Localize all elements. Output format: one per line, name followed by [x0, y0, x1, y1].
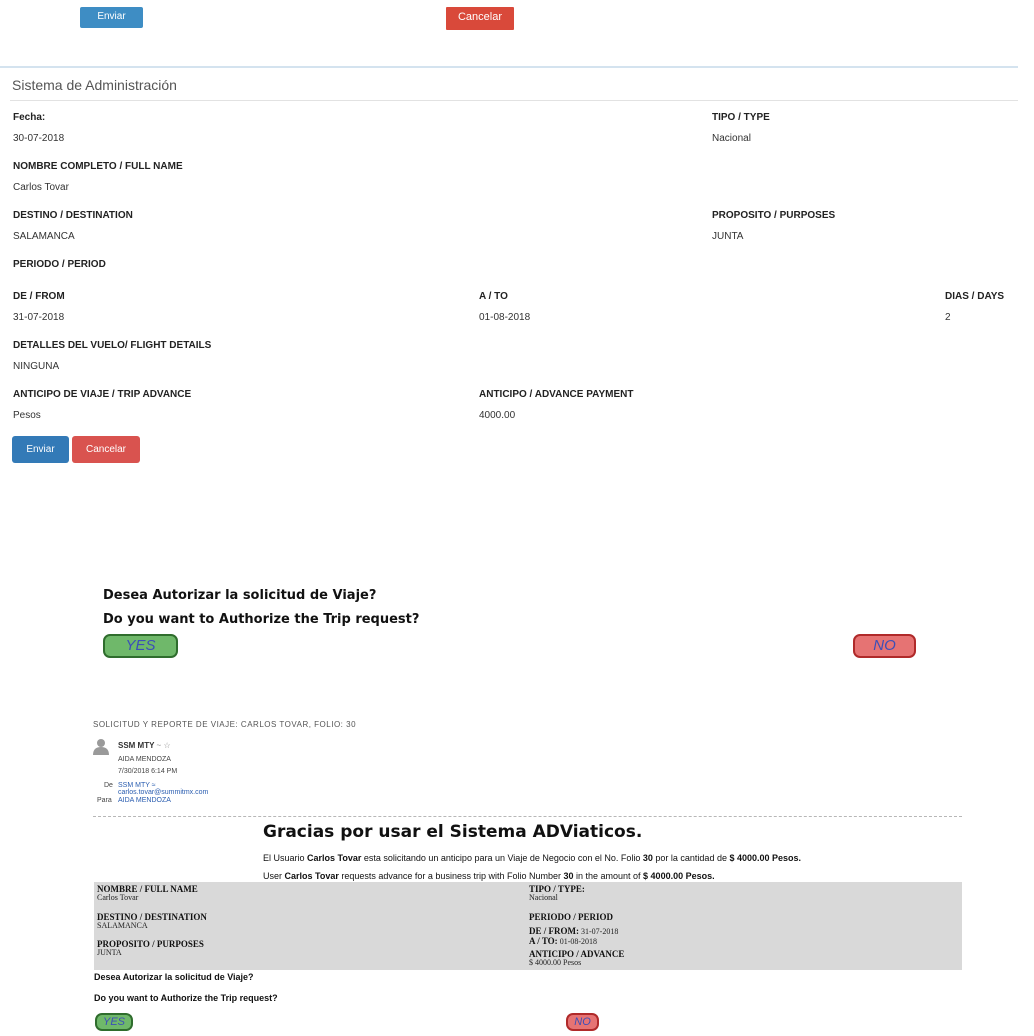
- top-cancel-button[interactable]: Cancelar: [446, 7, 514, 30]
- dias-label: DIAS / DAYS: [945, 291, 1005, 302]
- email-recipient-name: AIDA MENDOZA: [118, 756, 171, 763]
- tipo-label: TIPO / TYPE: [712, 112, 770, 123]
- no-button[interactable]: NO: [853, 634, 916, 658]
- send-button[interactable]: Enviar: [12, 436, 69, 463]
- de-value: 31-07-2018: [13, 312, 65, 323]
- de-label: DE / FROM: [13, 291, 65, 302]
- proposito-value: JUNTA: [712, 231, 744, 242]
- email-from-address[interactable]: carlos.tovar@summitmx.com: [118, 789, 208, 796]
- anticipo-value: 4000.00: [479, 410, 516, 421]
- email-heading: Gracias por usar el Sistema ADViaticos.: [263, 822, 643, 842]
- a-label: A / TO: [479, 291, 508, 302]
- email-to-name[interactable]: AIDA MENDOZA: [118, 797, 171, 804]
- fecha-label: Fecha:: [13, 112, 46, 123]
- yes-button[interactable]: YES: [103, 634, 178, 658]
- table-anticipo-value: $ 4000.00 Pesos: [529, 958, 582, 967]
- table-a: A / TO: 01-08-2018: [529, 936, 598, 946]
- email-yes-button[interactable]: YES: [95, 1013, 133, 1031]
- email-question-es: Desea Autorizar la solicitud de Viaje?: [94, 972, 254, 982]
- email-line-es: El Usuario Carlos Tovar esta solicitando…: [263, 853, 802, 863]
- table-proposito-value: JUNTA: [97, 948, 122, 957]
- email-from-name[interactable]: SSM MTY ≈: [118, 782, 156, 789]
- email-question-en: Do you want to Authorize the Trip reques…: [94, 993, 278, 1003]
- vuelo-value: NINGUNA: [13, 361, 60, 372]
- star-icon[interactable]: ~ ☆: [157, 741, 171, 750]
- email-divider: [93, 816, 962, 817]
- email-subject: SOLICITUD Y REPORTE DE VIAJE: CARLOS TOV…: [93, 720, 357, 729]
- email-sender[interactable]: SSM MTY ~ ☆: [118, 741, 171, 750]
- proposito-label: PROPOSITO / PURPOSES: [712, 210, 836, 221]
- anticipo-viaje-label: ANTICIPO DE VIAJE / TRIP ADVANCE: [13, 389, 192, 400]
- fecha-value: 30-07-2018: [13, 133, 65, 144]
- email-sender-name: SSM MTY: [118, 741, 155, 750]
- a-value: 01-08-2018: [479, 312, 531, 323]
- email-datetime: 7/30/2018 6:14 PM: [118, 768, 178, 775]
- cancel-button[interactable]: Cancelar: [72, 436, 140, 463]
- destino-value: SALAMANCA: [13, 231, 75, 242]
- authorize-question-es: Desea Autorizar la solicitud de Viaje?: [103, 588, 377, 603]
- anticipo-label: ANTICIPO / ADVANCE PAYMENT: [479, 389, 634, 400]
- table-tipo-value: Nacional: [529, 893, 558, 902]
- nombre-label: NOMBRE COMPLETO / FULL NAME: [13, 161, 183, 172]
- panel-title: Sistema de Administración: [12, 77, 177, 93]
- table-destino-value: SALAMANCA: [97, 921, 148, 930]
- email-to-label: Para: [97, 797, 112, 804]
- top-send-button[interactable]: Enviar: [80, 7, 143, 28]
- email-line-en: User Carlos Tovar requests advance for a…: [263, 871, 715, 881]
- email-no-button[interactable]: NO: [566, 1013, 599, 1031]
- nombre-value: Carlos Tovar: [13, 182, 69, 193]
- authorize-question-en: Do you want to Authorize the Trip reques…: [103, 612, 420, 627]
- anticipo-viaje-value: Pesos: [13, 410, 41, 421]
- table-nombre-value: Carlos Tovar: [97, 893, 139, 902]
- person-icon: [92, 737, 110, 755]
- vuelo-label: DETALLES DEL VUELO/ FLIGHT DETAILS: [13, 340, 212, 351]
- tipo-value: Nacional: [712, 133, 751, 144]
- panel-header: Sistema de Administración: [10, 68, 1018, 101]
- email-details-table: [94, 882, 962, 970]
- destino-label: DESTINO / DESTINATION: [13, 210, 133, 221]
- dias-value: 2: [945, 312, 951, 323]
- periodo-label: PERIODO / PERIOD: [13, 259, 106, 270]
- email-from-label: De: [104, 782, 113, 789]
